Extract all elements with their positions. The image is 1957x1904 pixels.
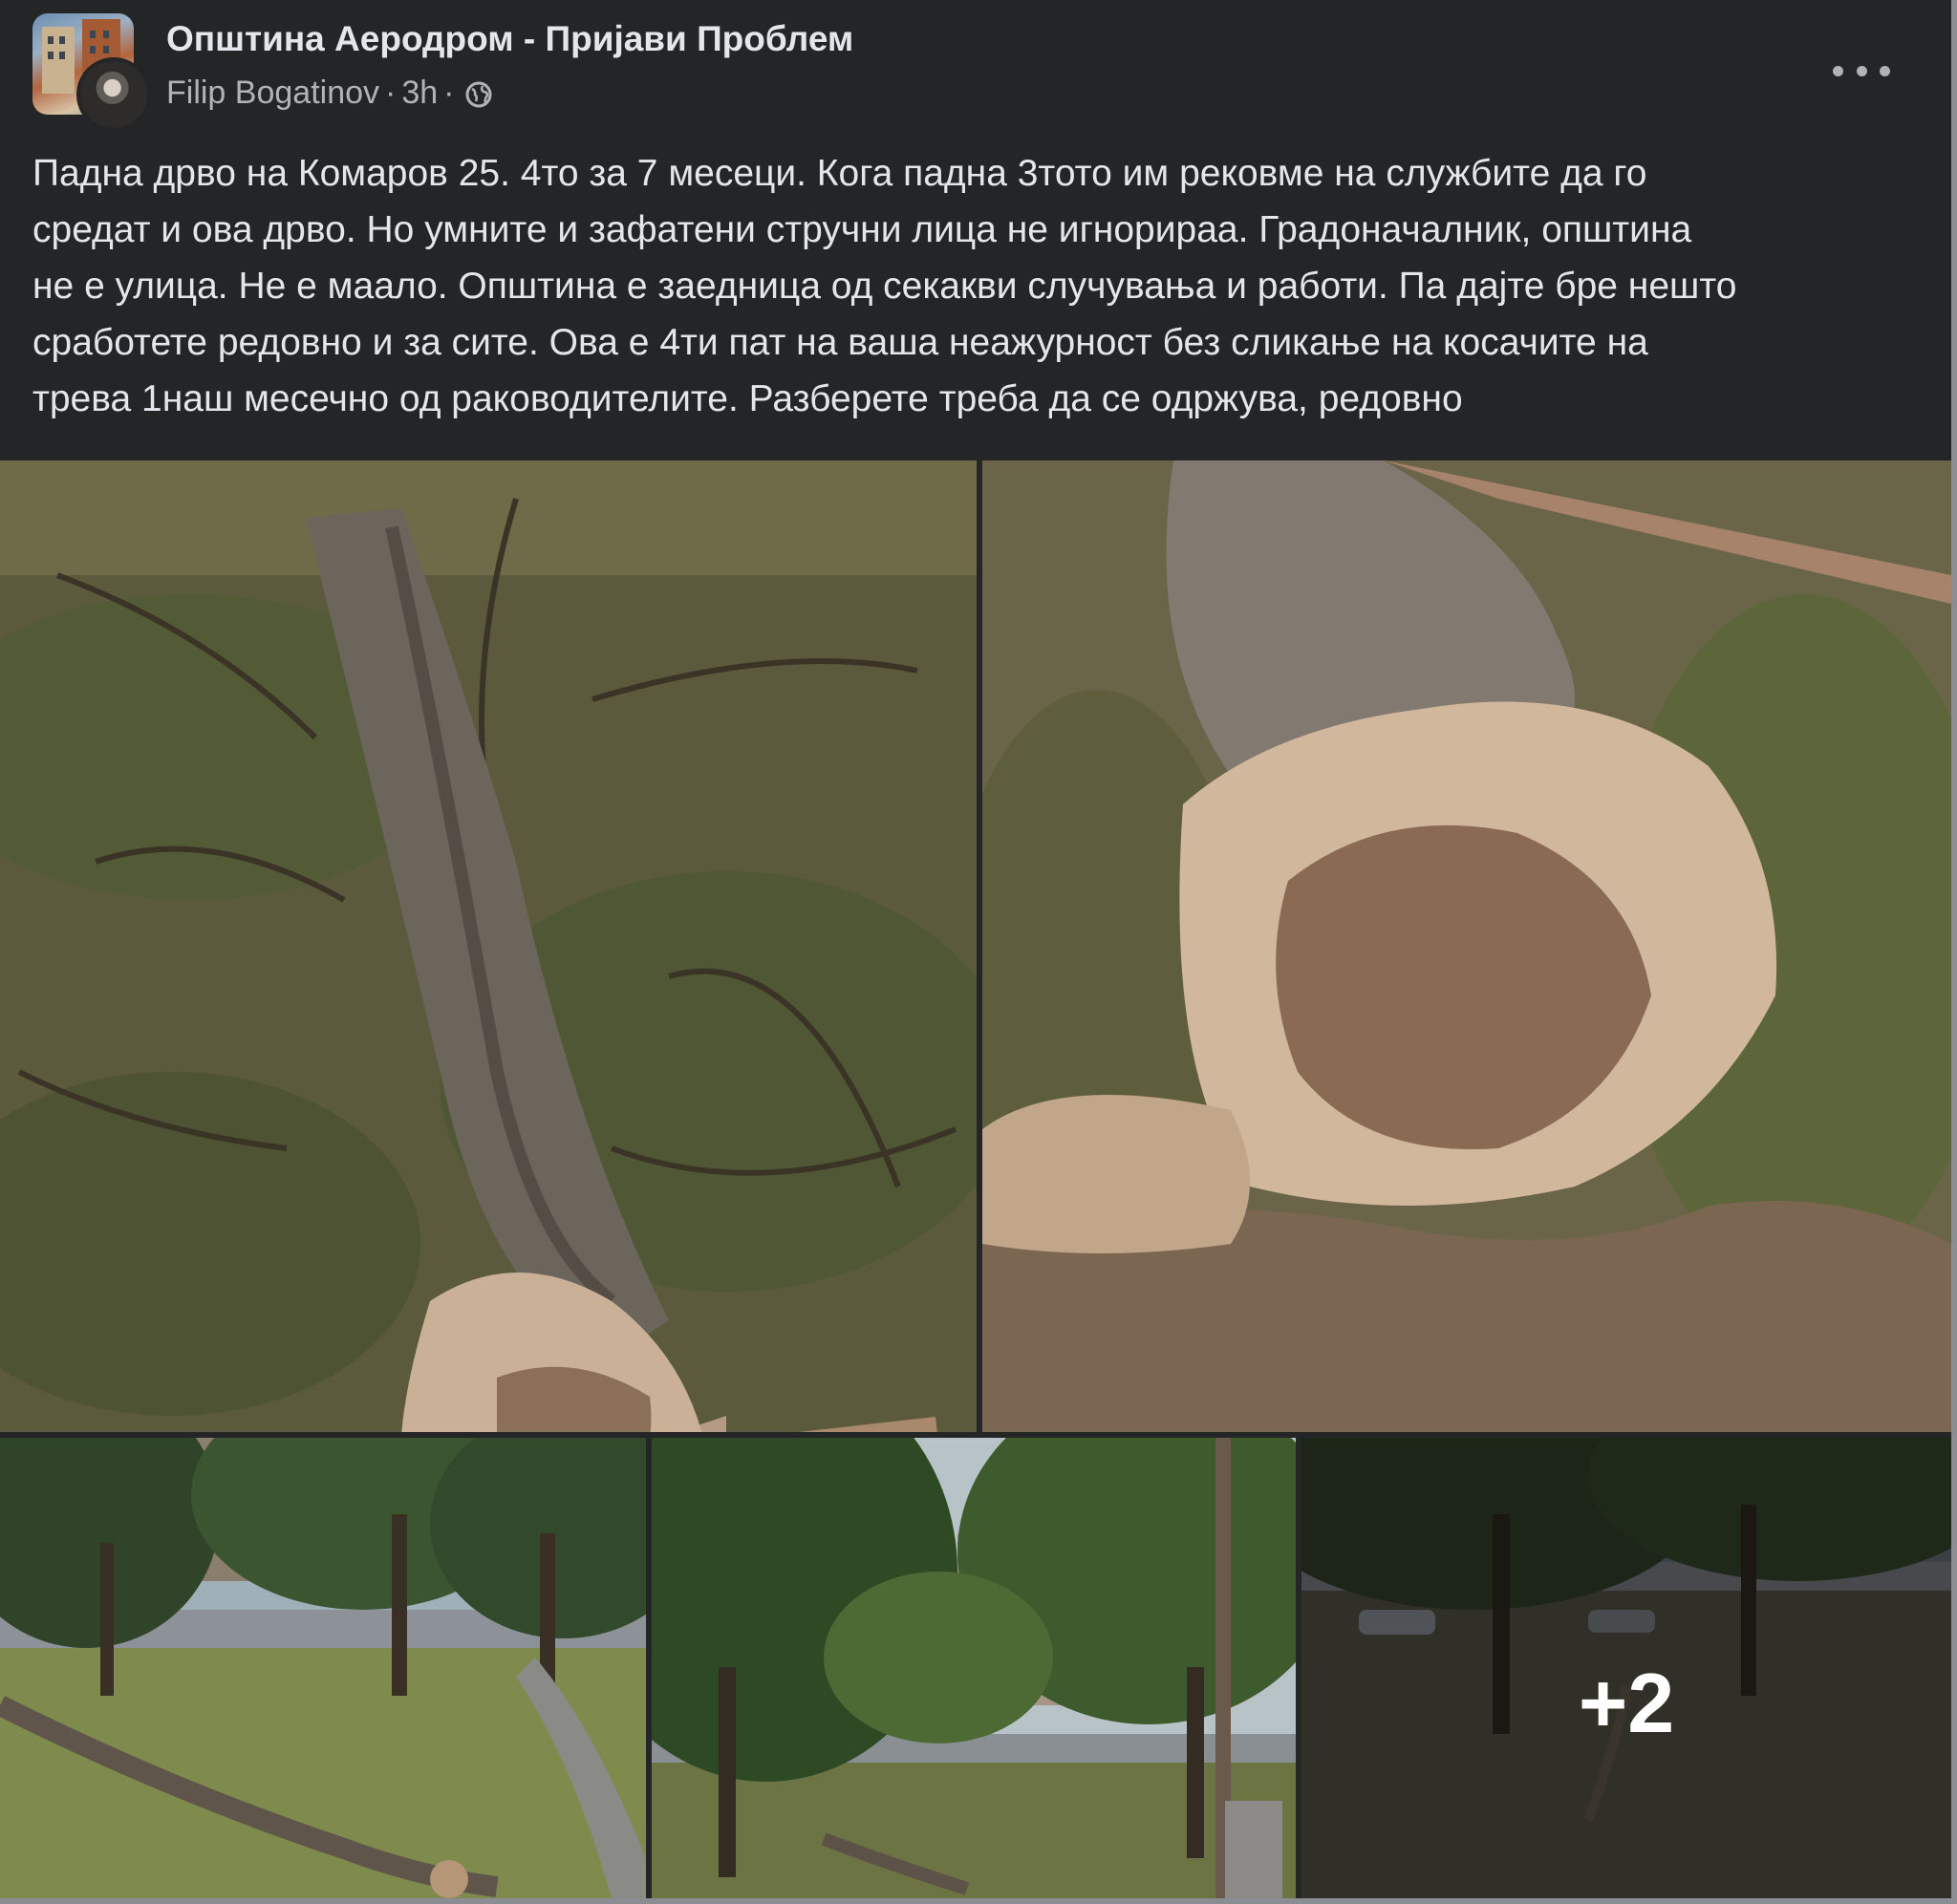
photo-1[interactable]	[0, 460, 977, 1432]
post-header: Општина Аеродром - Пријави Проблем Filip…	[32, 13, 1925, 132]
avatar-group[interactable]	[32, 13, 151, 132]
meta-separator: ·	[385, 75, 397, 111]
more-options-icon	[1833, 65, 1843, 76]
more-options-icon	[1856, 65, 1867, 76]
post-message: Падна дрво на Комаров 25. 4то за 7 месец…	[32, 153, 1737, 419]
photo-4[interactable]	[652, 1438, 1296, 1898]
post-card: Општина Аеродром - Пријави Проблем Filip…	[0, 0, 1957, 1904]
more-options-icon	[1880, 65, 1890, 76]
more-photos-count: +2	[1578, 1656, 1675, 1750]
globe-icon	[464, 80, 493, 109]
group-name-link[interactable]: Општина Аеродром - Пријави Проблем	[166, 19, 853, 59]
more-options-button[interactable]	[1833, 52, 1890, 90]
post-timestamp-link[interactable]: 3h	[401, 75, 438, 112]
meta-separator: ·	[443, 75, 455, 111]
photo-grid: +2	[0, 460, 1951, 1898]
photo-3[interactable]	[0, 1438, 646, 1898]
photo-2[interactable]	[982, 460, 1951, 1432]
author-avatar[interactable]	[76, 57, 151, 132]
photo-5-more[interactable]: +2	[1301, 1438, 1951, 1898]
post-meta: Filip Bogatinov · 3h ·	[166, 75, 493, 112]
author-name-link[interactable]: Filip Bogatinov	[166, 75, 379, 112]
